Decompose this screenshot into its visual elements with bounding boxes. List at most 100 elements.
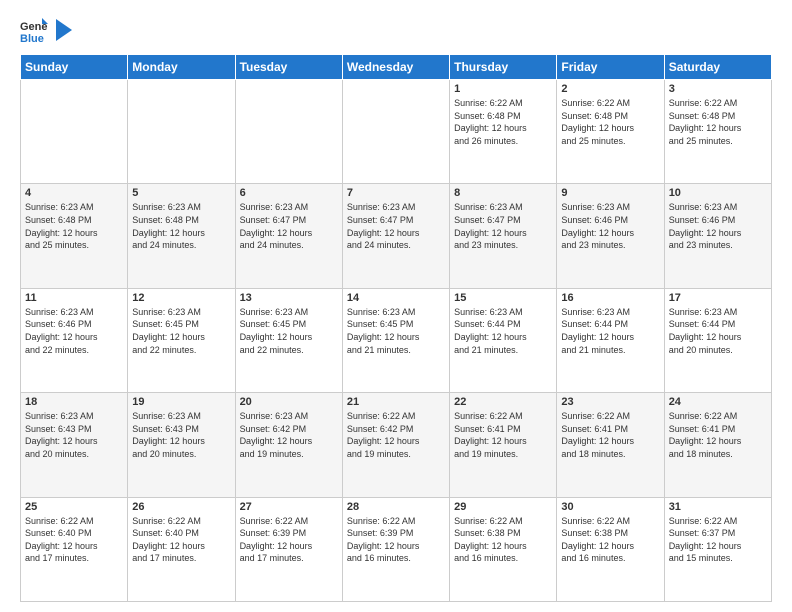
week-row-2: 4 Sunrise: 6:23 AM Sunset: 6:48 PM Daylig… <box>21 184 772 288</box>
day-header-wednesday: Wednesday <box>342 55 449 80</box>
day-number: 17 <box>669 292 767 304</box>
day-header-friday: Friday <box>557 55 664 80</box>
logo: General Blue <box>20 16 72 44</box>
day-number: 27 <box>240 501 338 513</box>
day-number: 16 <box>561 292 659 304</box>
calendar-cell: 15Sunrise: 6:23 AM Sunset: 6:44 PM Dayli… <box>450 288 557 392</box>
day-header-thursday: Thursday <box>450 55 557 80</box>
day-info: Sunrise: 6:23 AM Sunset: 6:47 PM Dayligh… <box>347 201 445 251</box>
day-info: Sunrise: 6:23 AM Sunset: 6:46 PM Dayligh… <box>669 201 767 251</box>
day-number: 29 <box>454 501 552 513</box>
day-info: Sunrise: 6:23 AM Sunset: 6:45 PM Dayligh… <box>240 306 338 356</box>
day-info: Sunrise: 6:22 AM Sunset: 6:41 PM Dayligh… <box>669 410 767 460</box>
day-info: Sunrise: 6:22 AM Sunset: 6:48 PM Dayligh… <box>669 97 767 147</box>
calendar-cell: 6 Sunrise: 6:23 AM Sunset: 6:47 PM Daylig… <box>235 184 342 288</box>
calendar-cell: 11 Sunrise: 6:23 AM Sunset: 6:46 PM Dayli… <box>21 288 128 392</box>
day-info: Sunrise: 6:23 AM Sunset: 6:46 PM Dayligh… <box>25 306 123 356</box>
calendar-cell: 12Sunrise: 6:23 AM Sunset: 6:45 PM Dayli… <box>128 288 235 392</box>
day-number: 30 <box>561 501 659 513</box>
day-header-tuesday: Tuesday <box>235 55 342 80</box>
day-number: 4 <box>25 187 123 199</box>
calendar-cell: 10 Sunrise: 6:23 AM Sunset: 6:46 PM Dayli… <box>664 184 771 288</box>
calendar-cell: 4 Sunrise: 6:23 AM Sunset: 6:48 PM Daylig… <box>21 184 128 288</box>
day-number: 22 <box>454 396 552 408</box>
day-header-monday: Monday <box>128 55 235 80</box>
day-number: 10 <box>669 187 767 199</box>
day-info: Sunrise: 6:23 AM Sunset: 6:43 PM Dayligh… <box>132 410 230 460</box>
calendar-cell: 9Sunrise: 6:23 AM Sunset: 6:46 PM Daylig… <box>557 184 664 288</box>
day-number: 6 <box>240 187 338 199</box>
day-info: Sunrise: 6:23 AM Sunset: 6:42 PM Dayligh… <box>240 410 338 460</box>
day-info: Sunrise: 6:22 AM Sunset: 6:37 PM Dayligh… <box>669 515 767 565</box>
day-number: 2 <box>561 83 659 95</box>
day-number: 9 <box>561 187 659 199</box>
day-info: Sunrise: 6:22 AM Sunset: 6:41 PM Dayligh… <box>454 410 552 460</box>
day-info: Sunrise: 6:22 AM Sunset: 6:39 PM Dayligh… <box>240 515 338 565</box>
calendar-cell: 8Sunrise: 6:23 AM Sunset: 6:47 PM Daylig… <box>450 184 557 288</box>
day-info: Sunrise: 6:23 AM Sunset: 6:48 PM Dayligh… <box>132 201 230 251</box>
day-info: Sunrise: 6:23 AM Sunset: 6:43 PM Dayligh… <box>25 410 123 460</box>
day-info: Sunrise: 6:22 AM Sunset: 6:41 PM Dayligh… <box>561 410 659 460</box>
day-header-sunday: Sunday <box>21 55 128 80</box>
day-info: Sunrise: 6:23 AM Sunset: 6:44 PM Dayligh… <box>454 306 552 356</box>
day-number: 13 <box>240 292 338 304</box>
calendar-cell: 26Sunrise: 6:22 AM Sunset: 6:40 PM Dayli… <box>128 497 235 601</box>
week-row-3: 11 Sunrise: 6:23 AM Sunset: 6:46 PM Dayli… <box>21 288 772 392</box>
calendar-table: SundayMondayTuesdayWednesdayThursdayFrid… <box>20 54 772 602</box>
calendar-cell: 2 Sunrise: 6:22 AM Sunset: 6:48 PM Daylig… <box>557 80 664 184</box>
calendar-cell: 18 Sunrise: 6:23 AM Sunset: 6:43 PM Dayli… <box>21 393 128 497</box>
calendar-cell: 21Sunrise: 6:22 AM Sunset: 6:42 PM Dayli… <box>342 393 449 497</box>
day-number: 8 <box>454 187 552 199</box>
calendar-cell <box>128 80 235 184</box>
day-number: 1 <box>454 83 552 95</box>
day-number: 28 <box>347 501 445 513</box>
calendar-cell: 25 Sunrise: 6:22 AM Sunset: 6:40 PM Dayli… <box>21 497 128 601</box>
calendar-cell: 16 Sunrise: 6:23 AM Sunset: 6:44 PM Dayli… <box>557 288 664 392</box>
calendar-cell: 31 Sunrise: 6:22 AM Sunset: 6:37 PM Dayli… <box>664 497 771 601</box>
week-row-1: 1 Sunrise: 6:22 AM Sunset: 6:48 PM Daylig… <box>21 80 772 184</box>
day-header-saturday: Saturday <box>664 55 771 80</box>
day-info: Sunrise: 6:22 AM Sunset: 6:48 PM Dayligh… <box>561 97 659 147</box>
day-info: Sunrise: 6:23 AM Sunset: 6:47 PM Dayligh… <box>240 201 338 251</box>
day-number: 11 <box>25 292 123 304</box>
day-info: Sunrise: 6:23 AM Sunset: 6:48 PM Dayligh… <box>25 201 123 251</box>
calendar-cell <box>235 80 342 184</box>
day-info: Sunrise: 6:23 AM Sunset: 6:44 PM Dayligh… <box>669 306 767 356</box>
calendar-cell: 5 Sunrise: 6:23 AM Sunset: 6:48 PM Daylig… <box>128 184 235 288</box>
day-number: 5 <box>132 187 230 199</box>
header: General Blue <box>20 16 772 44</box>
day-number: 7 <box>347 187 445 199</box>
week-row-4: 18 Sunrise: 6:23 AM Sunset: 6:43 PM Dayli… <box>21 393 772 497</box>
day-number: 3 <box>669 83 767 95</box>
day-info: Sunrise: 6:23 AM Sunset: 6:45 PM Dayligh… <box>132 306 230 356</box>
calendar-cell: 1Sunrise: 6:22 AM Sunset: 6:48 PM Daylig… <box>450 80 557 184</box>
calendar-cell: 28 Sunrise: 6:22 AM Sunset: 6:39 PM Dayli… <box>342 497 449 601</box>
day-number: 14 <box>347 292 445 304</box>
day-number: 31 <box>669 501 767 513</box>
day-number: 25 <box>25 501 123 513</box>
day-number: 23 <box>561 396 659 408</box>
svg-text:Blue: Blue <box>20 33 44 44</box>
calendar-cell: 19 Sunrise: 6:23 AM Sunset: 6:43 PM Dayli… <box>128 393 235 497</box>
calendar-cell: 14 Sunrise: 6:23 AM Sunset: 6:45 PM Dayli… <box>342 288 449 392</box>
calendar-cell: 20Sunrise: 6:23 AM Sunset: 6:42 PM Dayli… <box>235 393 342 497</box>
day-number: 21 <box>347 396 445 408</box>
calendar-cell: 30 Sunrise: 6:22 AM Sunset: 6:38 PM Dayli… <box>557 497 664 601</box>
day-info: Sunrise: 6:22 AM Sunset: 6:40 PM Dayligh… <box>25 515 123 565</box>
page: General Blue SundayMondayTuesdayWednesda… <box>0 0 792 612</box>
day-info: Sunrise: 6:23 AM Sunset: 6:45 PM Dayligh… <box>347 306 445 356</box>
calendar-cell: 3 Sunrise: 6:22 AM Sunset: 6:48 PM Daylig… <box>664 80 771 184</box>
day-info: Sunrise: 6:22 AM Sunset: 6:38 PM Dayligh… <box>454 515 552 565</box>
logo-arrow-icon <box>56 19 72 41</box>
day-info: Sunrise: 6:22 AM Sunset: 6:39 PM Dayligh… <box>347 515 445 565</box>
calendar-header-row: SundayMondayTuesdayWednesdayThursdayFrid… <box>21 55 772 80</box>
calendar-cell: 23 Sunrise: 6:22 AM Sunset: 6:41 PM Dayli… <box>557 393 664 497</box>
day-number: 19 <box>132 396 230 408</box>
day-number: 18 <box>25 396 123 408</box>
day-info: Sunrise: 6:22 AM Sunset: 6:40 PM Dayligh… <box>132 515 230 565</box>
day-info: Sunrise: 6:22 AM Sunset: 6:38 PM Dayligh… <box>561 515 659 565</box>
calendar-cell: 13 Sunrise: 6:23 AM Sunset: 6:45 PM Dayli… <box>235 288 342 392</box>
calendar-cell: 17 Sunrise: 6:23 AM Sunset: 6:44 PM Dayli… <box>664 288 771 392</box>
calendar-cell: 27 Sunrise: 6:22 AM Sunset: 6:39 PM Dayli… <box>235 497 342 601</box>
day-info: Sunrise: 6:23 AM Sunset: 6:44 PM Dayligh… <box>561 306 659 356</box>
